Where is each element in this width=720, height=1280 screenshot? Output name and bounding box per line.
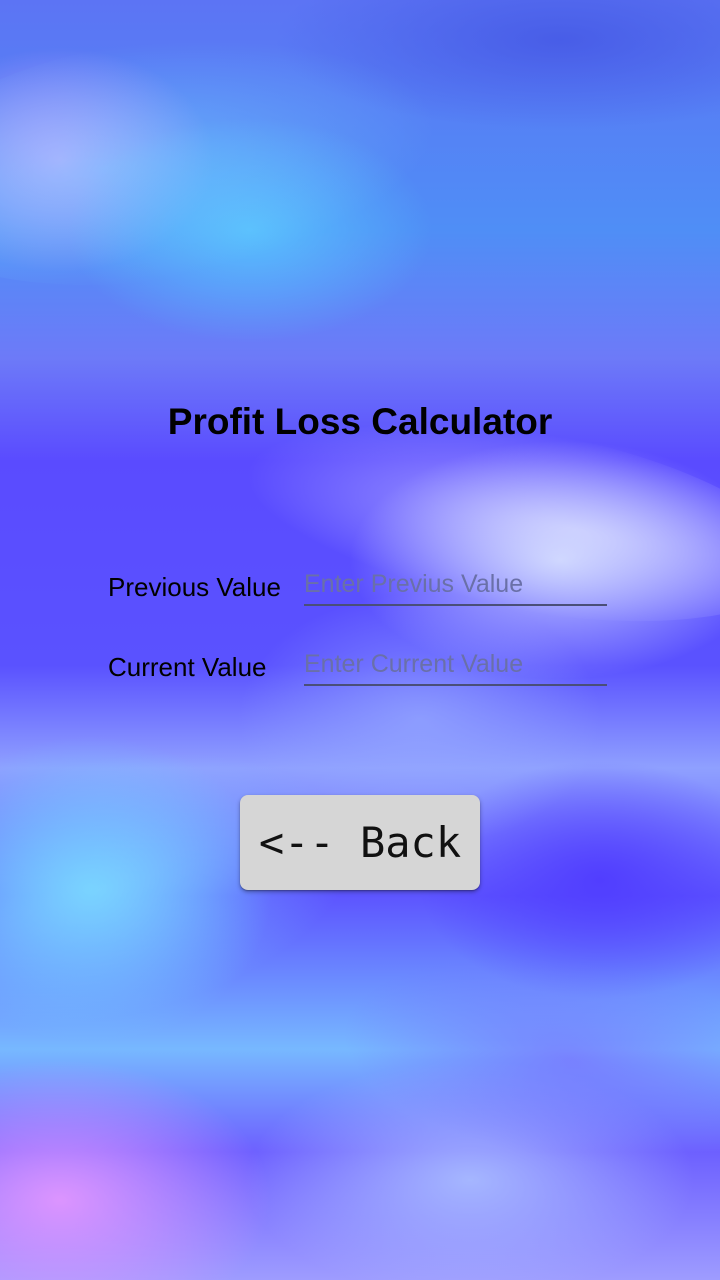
current-value-label: Current Value (108, 652, 267, 682)
current-value-input[interactable] (304, 644, 607, 686)
page-title: Profit Loss Calculator (167, 401, 553, 442)
back-button[interactable]: <-- Back (240, 795, 480, 890)
background-wave (328, 928, 720, 1192)
previous-value-label: Previous Value (108, 572, 281, 602)
background-gradient (0, 0, 720, 1280)
background-wave (0, 2, 454, 318)
previous-value-input[interactable] (304, 564, 607, 606)
background-wave (0, 708, 382, 1072)
